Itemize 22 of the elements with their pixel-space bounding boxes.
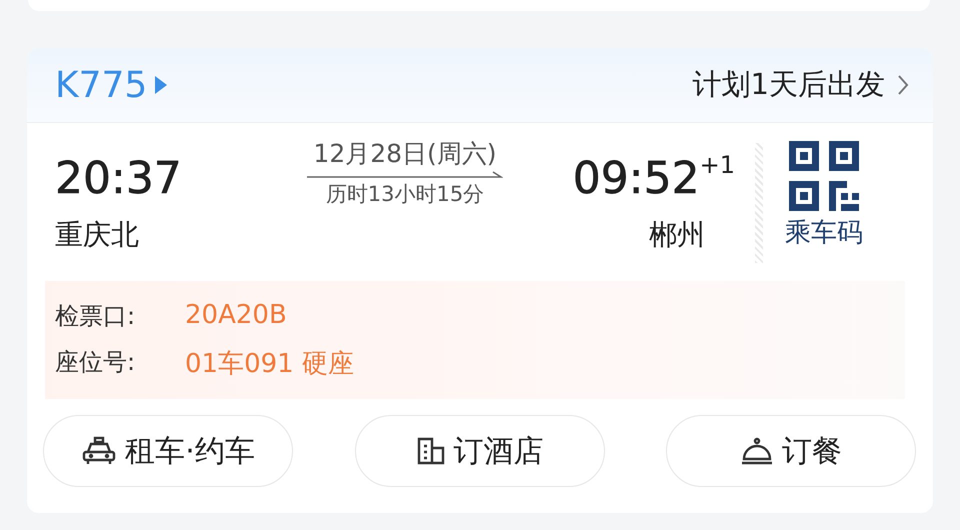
field-value: 20A20B xyxy=(185,300,287,332)
day-offset: +1 xyxy=(700,151,735,179)
departure-time: 20:37 xyxy=(55,153,183,205)
action-button[interactable]: 订餐 xyxy=(666,415,916,487)
qr-code-icon xyxy=(789,141,859,211)
travel-duration: 历时13小时15分 xyxy=(326,181,484,208)
food-cloche-icon xyxy=(740,436,774,466)
field-value: 01车091 硬座 xyxy=(185,348,354,380)
chevron-right-icon xyxy=(897,74,909,96)
departure-status[interactable]: 计划1天后出发 xyxy=(692,65,885,105)
play-triangle-icon xyxy=(155,76,168,94)
arrival-time: 09:52 xyxy=(572,153,700,205)
field-label: 检票口: xyxy=(55,300,136,332)
travel-date: 12月28日(周六) xyxy=(313,138,497,170)
departure-station: 重庆北 xyxy=(55,217,140,253)
action-button[interactable]: 租车·约车 xyxy=(43,415,293,487)
building-icon xyxy=(416,436,446,466)
taxi-icon xyxy=(81,436,118,466)
boarding-code-button[interactable]: 乘车码 xyxy=(785,123,863,250)
field-label: 座位号: xyxy=(55,346,136,378)
arrival-station: 郴州 xyxy=(649,217,705,253)
action-button[interactable]: 订酒店 xyxy=(354,415,604,487)
